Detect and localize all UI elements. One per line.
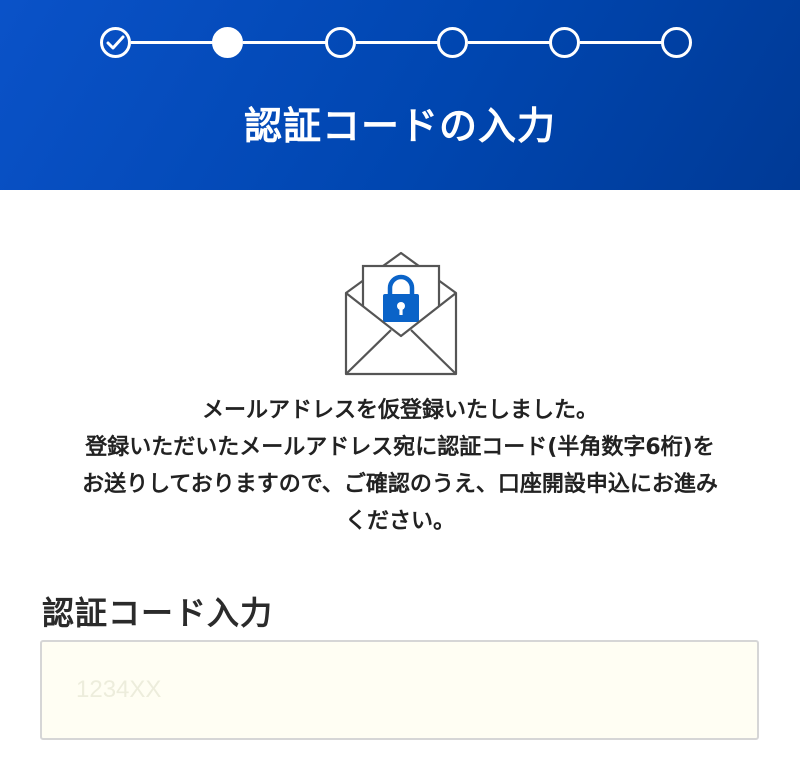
step-connector <box>356 41 438 44</box>
step-connector <box>580 41 662 44</box>
message-line: ください。 <box>344 509 455 534</box>
step-5-pending <box>549 27 580 58</box>
step-2-current <box>212 27 243 58</box>
step-connector <box>243 41 326 44</box>
step-4-pending <box>437 27 468 58</box>
step-3-pending <box>325 27 356 58</box>
step-1-completed <box>100 27 131 58</box>
code-input-label: 認証コード入力 <box>42 594 274 632</box>
step-connector <box>468 41 550 44</box>
step-connector <box>131 41 213 44</box>
step-6-pending <box>661 27 692 58</box>
message-line: 登録いただいたメールアドレス宛に認証コード(半角数字6桁)を <box>85 435 715 460</box>
header: 認証コードの入力 <box>0 0 800 190</box>
registration-message: メールアドレスを仮登録いたしました。 登録いただいたメールアドレス宛に認証コード… <box>30 392 770 540</box>
envelope-lock-icon <box>344 251 458 376</box>
check-icon <box>106 35 125 50</box>
verification-code-input[interactable] <box>40 640 759 740</box>
progress-stepper <box>0 22 800 62</box>
message-line: お送りしておりますので、ご確認のうえ、口座開設申込にお進み <box>82 472 718 497</box>
message-line: メールアドレスを仮登録いたしました。 <box>201 398 598 423</box>
page: 認証コードの入力 メールアドレスを仮登録いたしました。 登録いただいたメールアド… <box>0 0 800 771</box>
page-title: 認証コードの入力 <box>243 104 556 148</box>
